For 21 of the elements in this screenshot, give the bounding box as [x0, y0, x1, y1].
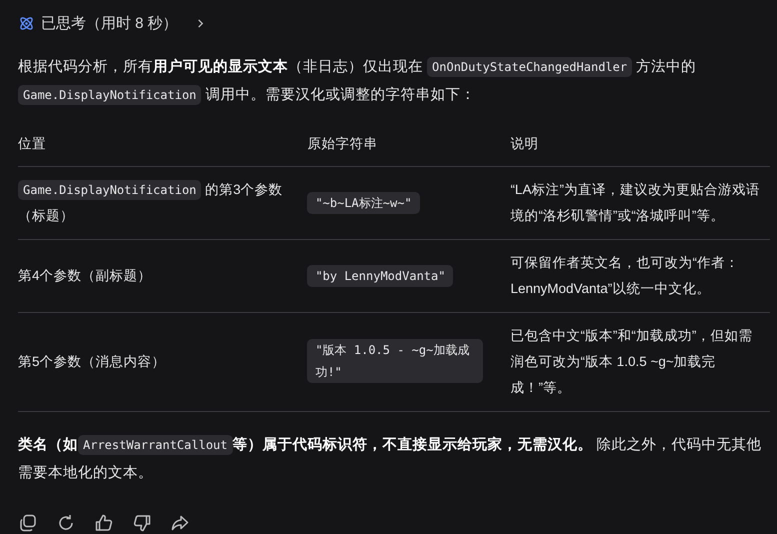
- thumbs-up-icon[interactable]: [94, 513, 114, 533]
- copy-icon[interactable]: [18, 513, 38, 533]
- column-header: 位置: [18, 136, 46, 151]
- paragraph: 类名（如 ArrestWarrantCallout 等）属于代码标识符，不直接显示给玩家，无需汉化。 除此之外，代码中无其他需要本地化的文本。: [18, 434, 763, 483]
- chevron-right-icon[interactable]: [196, 18, 205, 28]
- thinking-label[interactable]: 已思考（用时 8 秒）: [41, 14, 178, 32]
- cell-text: “LA标注”为直译，建议改为更贴合游戏语境的“洛杉矶警情”或“洛城呼叫”等。: [510, 181, 761, 225]
- cell-text: 可保留作者英文名，也可改为“作者：LennyModVanta”以统一中文化。: [510, 254, 740, 298]
- inline-code: "by LennyModVanta": [307, 265, 454, 287]
- paragraph: 根据代码分析，所有用户可见的显示文本（非日志）仅出现在 OnOnDutyStateChangedHandler 方法中的 Game.DisplayNotification 调用中。需要汉化或调整的字符串如下：: [18, 56, 698, 107]
- column-header: 原始字符串: [307, 136, 378, 151]
- cell-text: Game.DisplayNotification 的第3个参数（标题）: [18, 179, 284, 225]
- atom-icon: [18, 14, 35, 32]
- cell-text: 第4个参数（副标题）: [18, 267, 153, 285]
- thumbs-down-icon[interactable]: [132, 513, 152, 533]
- column-header: 说明: [510, 136, 538, 151]
- inline-code: "版本 1.0.5 - ~g~加载成功!": [307, 339, 484, 383]
- inline-code: "~b~LA标注~w~": [307, 192, 420, 214]
- cell-text: 已包含中文“版本”和“加载成功”，但如需润色可改为“版本 1.0.5 ~g~加载完成！”等。: [510, 327, 754, 397]
- cell-text: 第5个参数（消息内容）: [18, 353, 167, 371]
- share-icon[interactable]: [170, 513, 190, 533]
